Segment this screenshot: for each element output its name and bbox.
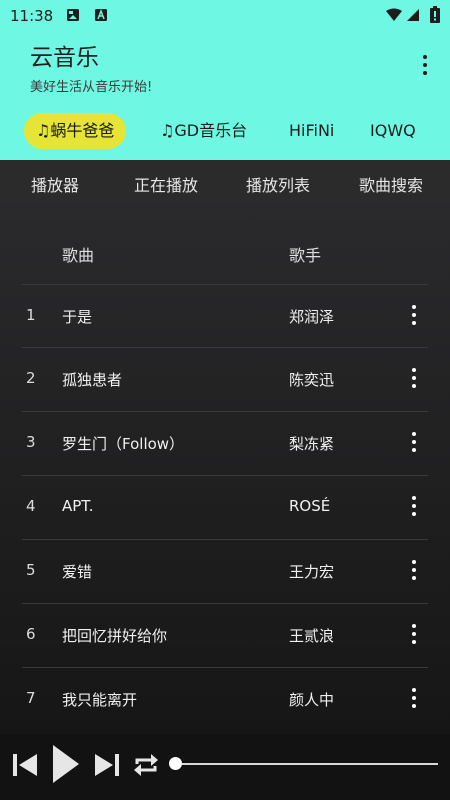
player-bar (0, 734, 450, 800)
more-options-icon[interactable] (407, 683, 421, 713)
play-icon[interactable] (52, 744, 80, 788)
song-title: 罗生门（Follow） (62, 435, 185, 453)
status-bar: 11:38 (0, 0, 450, 30)
next-icon[interactable] (94, 752, 120, 782)
table-row[interactable]: 2 孤独患者 陈奕迅 (0, 347, 450, 410)
table-row[interactable]: 1 于是 郑润泽 (0, 284, 450, 347)
image-icon (66, 8, 80, 26)
tab-source-1[interactable]: ♫蜗牛爸爸 (24, 113, 127, 149)
song-artist: 郑润泽 (289, 308, 335, 326)
status-time: 11:38 (10, 7, 54, 25)
app-header: 11:38 云音乐 美好生活从音乐开始! ♫蜗牛爸爸 ♫GD音乐台 HiFiNi… (0, 0, 450, 160)
row-number: 1 (26, 306, 36, 324)
tab-now-playing[interactable]: 正在播放 (134, 172, 198, 196)
table-row[interactable]: 5 爱错 王力宏 (0, 539, 450, 602)
song-artist: 王贰浪 (289, 627, 335, 645)
song-artist: 梨冻紧 (289, 435, 335, 453)
signal-icon (406, 8, 420, 26)
row-divider (22, 475, 428, 476)
more-options-icon[interactable] (407, 300, 421, 330)
song-title: 我只能离开 (62, 691, 138, 709)
song-title: 孤独患者 (62, 371, 123, 389)
tab-source-4[interactable]: IQWQ (370, 113, 416, 149)
progress-slider-handle[interactable] (169, 757, 182, 770)
more-options-icon[interactable] (407, 427, 421, 457)
song-title: 爱错 (62, 563, 93, 581)
row-number: 7 (26, 689, 36, 707)
row-number: 5 (26, 561, 36, 579)
more-options-icon[interactable] (407, 491, 421, 521)
more-options-icon[interactable] (407, 555, 421, 585)
song-title: 把回忆拼好给你 (62, 627, 168, 645)
sub-navigation: 播放器 正在播放 播放列表 歌曲搜索 (0, 160, 450, 204)
progress-track[interactable] (176, 763, 438, 765)
row-number: 4 (26, 497, 36, 515)
tab-source-3[interactable]: HiFiNi (289, 113, 334, 149)
row-divider (22, 411, 428, 412)
previous-icon[interactable] (12, 752, 38, 782)
row-number: 2 (26, 369, 36, 387)
more-options-icon[interactable] (407, 363, 421, 393)
tab-source-2[interactable]: ♫GD音乐台 (160, 113, 247, 149)
repeat-icon[interactable] (132, 752, 160, 782)
song-list: 歌曲 歌手 1 于是 郑润泽 2 孤独患者 陈奕迅 3 罗生门（Follow） … (0, 204, 450, 734)
tab-playlist[interactable]: 播放列表 (246, 172, 310, 196)
song-title: APT. (62, 497, 94, 515)
wifi-icon (386, 8, 402, 26)
battery-icon (430, 6, 440, 27)
a-icon (94, 8, 108, 26)
overflow-menu-icon[interactable] (414, 50, 436, 80)
tab-player[interactable]: 播放器 (31, 172, 79, 196)
row-divider (22, 284, 428, 285)
table-row[interactable]: 3 罗生门（Follow） 梨冻紧 (0, 411, 450, 474)
app-title: 云音乐 (30, 45, 99, 71)
song-artist: ROSÉ (289, 497, 331, 515)
tab-song-search[interactable]: 歌曲搜索 (359, 172, 423, 196)
row-divider (22, 603, 428, 604)
app-subtitle: 美好生活从音乐开始! (30, 80, 153, 95)
more-options-icon[interactable] (407, 619, 421, 649)
table-row[interactable]: 6 把回忆拼好给你 王贰浪 (0, 603, 450, 666)
source-tabs: ♫蜗牛爸爸 ♫GD音乐台 HiFiNi IQWQ (0, 106, 450, 152)
row-divider (22, 347, 428, 348)
row-number: 3 (26, 433, 36, 451)
song-artist: 王力宏 (289, 563, 335, 581)
table-row[interactable]: 7 我只能离开 颜人中 (0, 667, 450, 730)
row-number: 6 (26, 625, 36, 643)
row-divider (22, 539, 428, 540)
table-header: 歌曲 歌手 (0, 204, 450, 284)
table-row[interactable]: 4 APT. ROSÉ (0, 475, 450, 538)
song-artist: 颜人中 (289, 691, 335, 709)
column-header-artist: 歌手 (289, 246, 322, 265)
row-divider (22, 667, 428, 668)
song-artist: 陈奕迅 (289, 371, 335, 389)
column-header-song: 歌曲 (62, 246, 95, 265)
song-title: 于是 (62, 308, 93, 326)
